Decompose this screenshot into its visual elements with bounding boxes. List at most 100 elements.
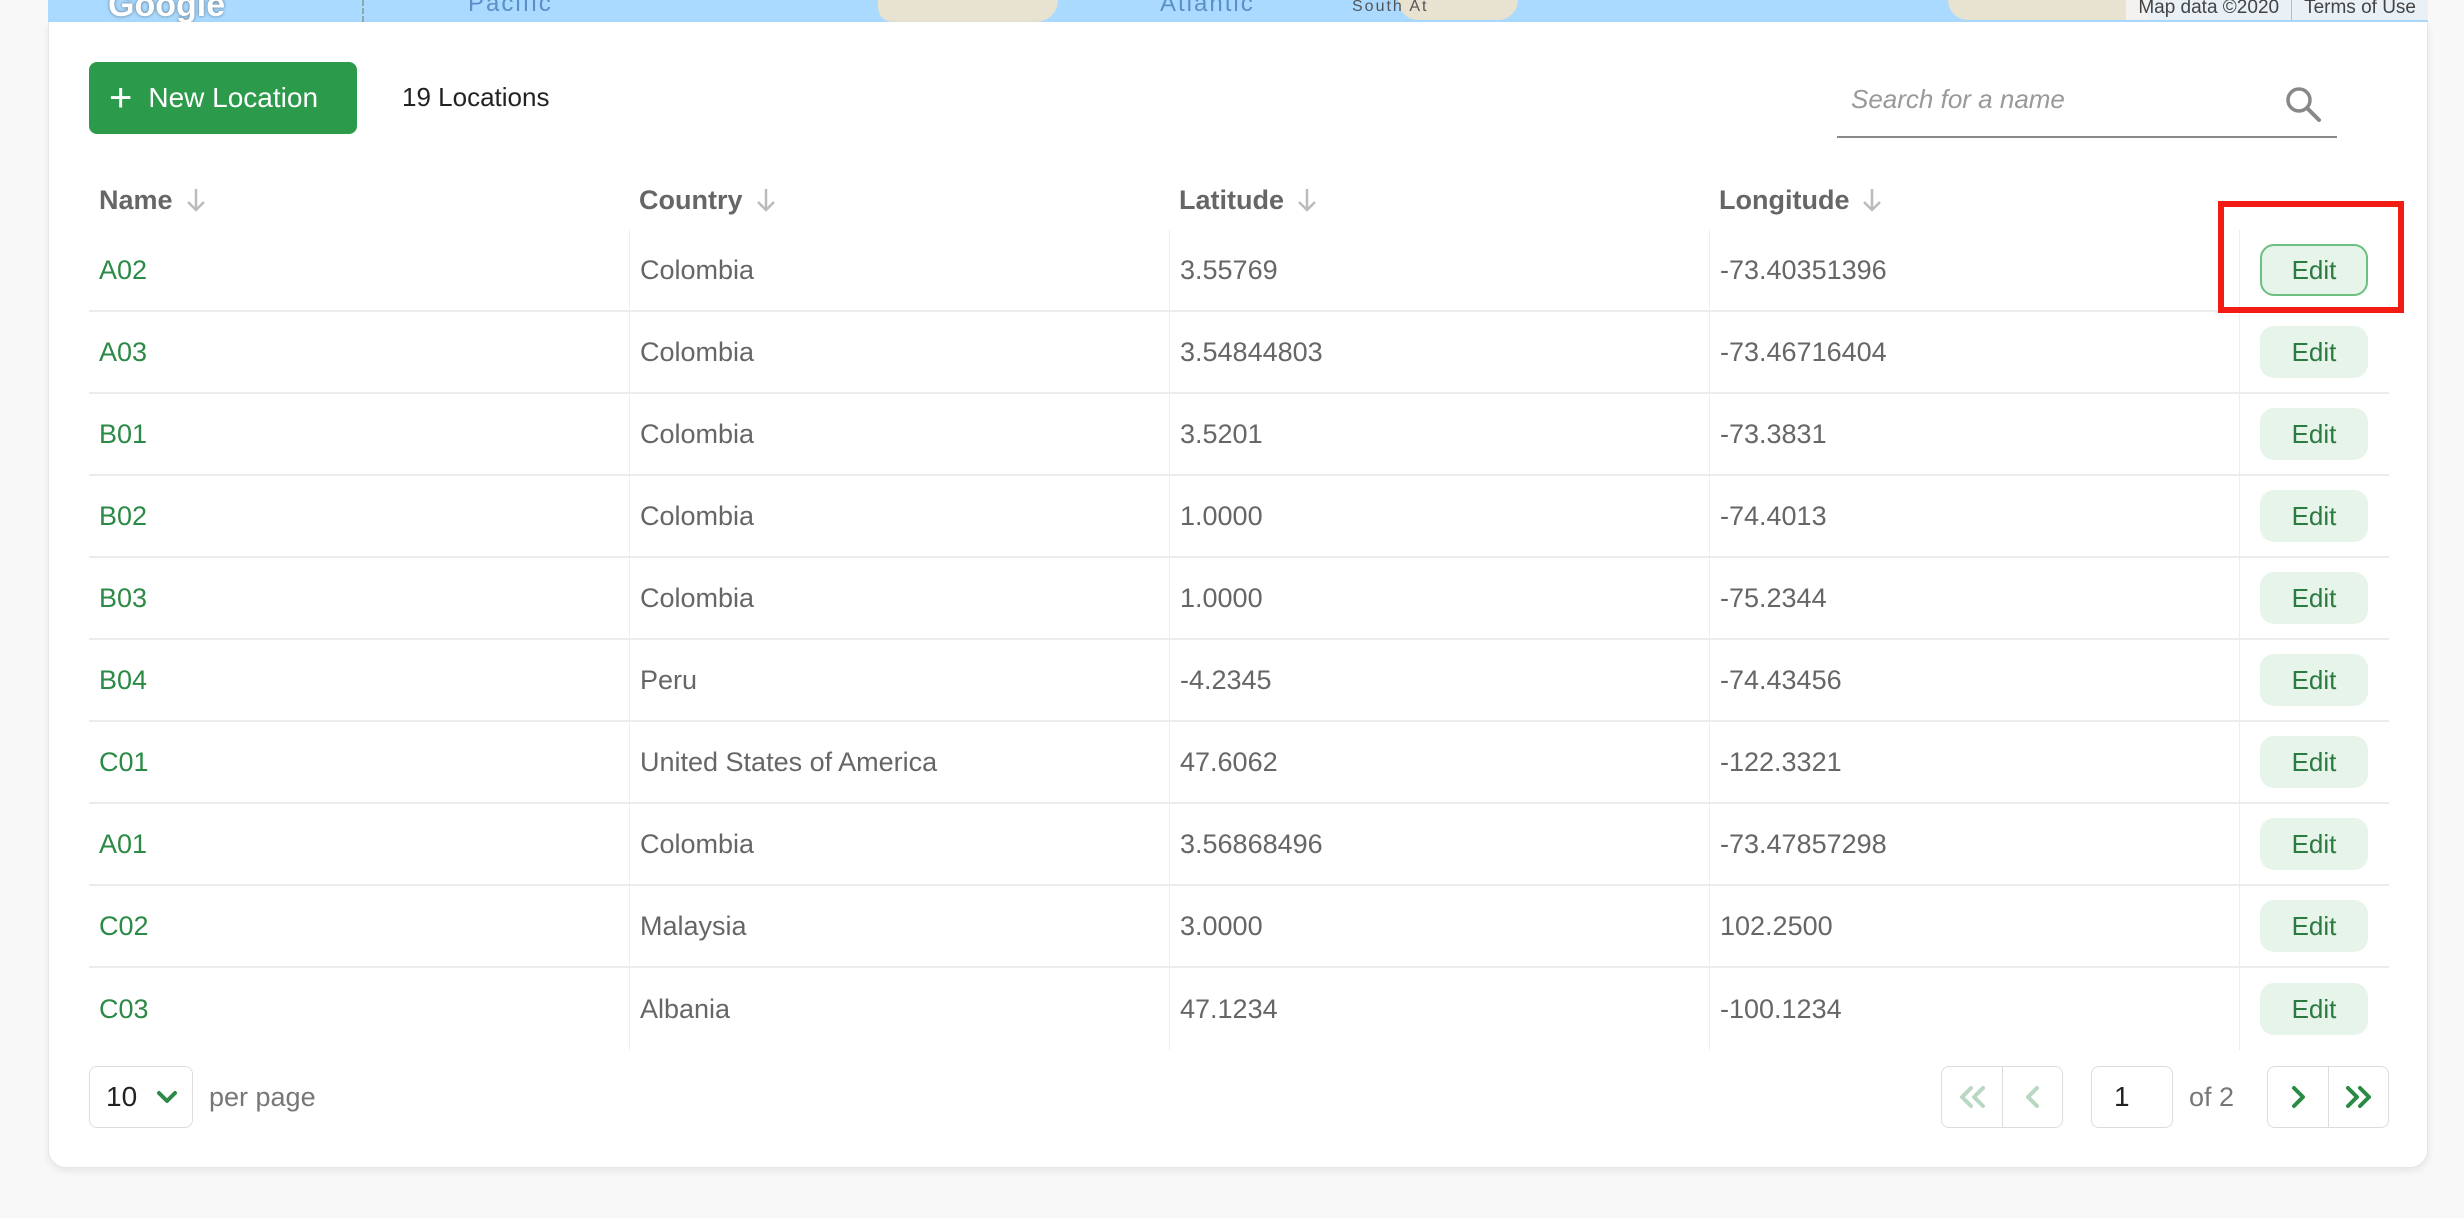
per-page-label: per page [209, 1082, 316, 1112]
search-input[interactable] [1851, 84, 2271, 115]
location-country: Colombia [629, 312, 1169, 392]
new-location-button[interactable]: + New Location [89, 62, 357, 134]
location-longitude: -73.40351396 [1709, 230, 2239, 310]
page-number-input[interactable]: 1 [2091, 1066, 2173, 1128]
table-row: C03 Albania 47.1234 -100.1234 Edit [89, 968, 2389, 1050]
table-row: A01 Colombia 3.56868496 -73.47857298 Edi… [89, 804, 2389, 886]
pager-forward-group [2267, 1066, 2389, 1128]
location-name-link[interactable]: B01 [89, 394, 629, 474]
table-row: A03 Colombia 3.54844803 -73.46716404 Edi… [89, 312, 2389, 394]
location-latitude: -4.2345 [1169, 640, 1709, 720]
map-land [878, 0, 1058, 22]
previous-page-button[interactable] [2002, 1067, 2062, 1127]
location-country: Peru [629, 640, 1169, 720]
table-row: B03 Colombia 1.0000 -75.2344 Edit [89, 558, 2389, 640]
map-land [1948, 0, 2148, 20]
location-country: Colombia [629, 230, 1169, 310]
location-latitude: 3.55769 [1169, 230, 1709, 310]
map-view[interactable]: Google Pacific Atlantic South At Map dat… [48, 0, 2428, 22]
location-country: Albania [629, 968, 1169, 1050]
next-page-button[interactable] [2268, 1067, 2328, 1127]
location-latitude: 3.54844803 [1169, 312, 1709, 392]
location-latitude: 47.1234 [1169, 968, 1709, 1050]
map-boundary [362, 0, 364, 22]
column-header-country[interactable]: Country [629, 185, 1169, 216]
edit-button[interactable]: Edit [2260, 490, 2368, 542]
location-name-link[interactable]: A03 [89, 312, 629, 392]
location-latitude: 47.6062 [1169, 722, 1709, 802]
table-row: C02 Malaysia 3.0000 102.2500 Edit [89, 886, 2389, 968]
location-latitude: 1.0000 [1169, 558, 1709, 638]
location-longitude: 102.2500 [1709, 886, 2239, 966]
edit-button[interactable]: Edit [2260, 326, 2368, 378]
location-longitude: -74.43456 [1709, 640, 2239, 720]
location-country: United States of America [629, 722, 1169, 802]
location-country: Colombia [629, 394, 1169, 474]
new-location-label: New Location [148, 82, 319, 113]
edit-button[interactable]: Edit [2260, 654, 2368, 706]
location-latitude: 3.56868496 [1169, 804, 1709, 884]
edit-button[interactable]: Edit [2260, 983, 2368, 1035]
edit-button[interactable]: Edit [2260, 572, 2368, 624]
map-attribution: Map data ©2020 Terms of Use [2126, 0, 2428, 20]
chevron-left-icon [2025, 1086, 2039, 1108]
first-page-button[interactable] [1942, 1067, 2002, 1127]
location-longitude: -73.3831 [1709, 394, 2239, 474]
location-name-link[interactable]: B03 [89, 558, 629, 638]
location-name-link[interactable]: B04 [89, 640, 629, 720]
double-chevron-right-icon [2345, 1086, 2371, 1108]
location-name-link[interactable]: C03 [89, 968, 629, 1050]
sort-arrow-down-icon [1863, 189, 1882, 212]
location-name-link[interactable]: B02 [89, 476, 629, 556]
double-chevron-left-icon [1960, 1086, 1985, 1108]
locations-table: Name Country Latitude Longitude A02 Colo… [89, 170, 2389, 1050]
edit-button[interactable]: Edit [2260, 736, 2368, 788]
map-label-atlantic: Atlantic [1160, 0, 1255, 17]
search-field[interactable] [1837, 64, 2337, 138]
edit-button[interactable]: Edit [2260, 818, 2368, 870]
chevron-right-icon [2292, 1086, 2305, 1108]
location-longitude: -73.46716404 [1709, 312, 2239, 392]
sort-arrow-down-icon [1298, 189, 1316, 212]
edit-button[interactable]: Edit [2260, 408, 2368, 460]
location-name-link[interactable]: A02 [89, 230, 629, 310]
column-header-name[interactable]: Name [89, 185, 629, 216]
table-row: C01 United States of America 47.6062 -12… [89, 722, 2389, 804]
sort-arrow-down-icon [756, 189, 775, 212]
location-longitude: -73.47857298 [1709, 804, 2239, 884]
location-country: Colombia [629, 804, 1169, 884]
location-longitude: -75.2344 [1709, 558, 2239, 638]
table-row: B04 Peru -4.2345 -74.43456 Edit [89, 640, 2389, 722]
location-country: Colombia [629, 476, 1169, 556]
table-header: Name Country Latitude Longitude [89, 170, 2389, 230]
last-page-button[interactable] [2328, 1067, 2388, 1127]
location-name-link[interactable]: C01 [89, 722, 629, 802]
sort-arrow-down-icon [186, 189, 205, 212]
map-label-pacific: Pacific [468, 0, 553, 17]
location-longitude: -100.1234 [1709, 968, 2239, 1050]
plus-icon: + [109, 76, 133, 120]
location-name-link[interactable]: C02 [89, 886, 629, 966]
column-header-latitude[interactable]: Latitude [1169, 185, 1709, 216]
search-icon[interactable] [2283, 84, 2323, 124]
table-row: B02 Colombia 1.0000 -74.4013 Edit [89, 476, 2389, 558]
chevron-down-icon [157, 1091, 177, 1103]
map-label-south-atlantic: South At [1352, 0, 1429, 15]
edit-button[interactable]: Edit [2260, 244, 2368, 296]
terms-of-use-link[interactable]: Terms of Use [2291, 0, 2428, 20]
table-body: A02 Colombia 3.55769 -73.40351396 Edit A… [89, 230, 2389, 1050]
location-country: Malaysia [629, 886, 1169, 966]
per-page-value: 10 [106, 1081, 138, 1112]
location-latitude: 3.0000 [1169, 886, 1709, 966]
location-name-link[interactable]: A01 [89, 804, 629, 884]
google-logo: Google [108, 0, 226, 22]
location-longitude: -74.4013 [1709, 476, 2239, 556]
location-latitude: 1.0000 [1169, 476, 1709, 556]
column-header-longitude[interactable]: Longitude [1709, 185, 2239, 216]
per-page-select[interactable]: 10 [89, 1066, 193, 1128]
page-total-label: of 2 [2189, 1082, 2235, 1112]
location-latitude: 3.5201 [1169, 394, 1709, 474]
table-row: A02 Colombia 3.55769 -73.40351396 Edit [89, 230, 2389, 312]
table-row: B01 Colombia 3.5201 -73.3831 Edit [89, 394, 2389, 476]
edit-button[interactable]: Edit [2260, 900, 2368, 952]
